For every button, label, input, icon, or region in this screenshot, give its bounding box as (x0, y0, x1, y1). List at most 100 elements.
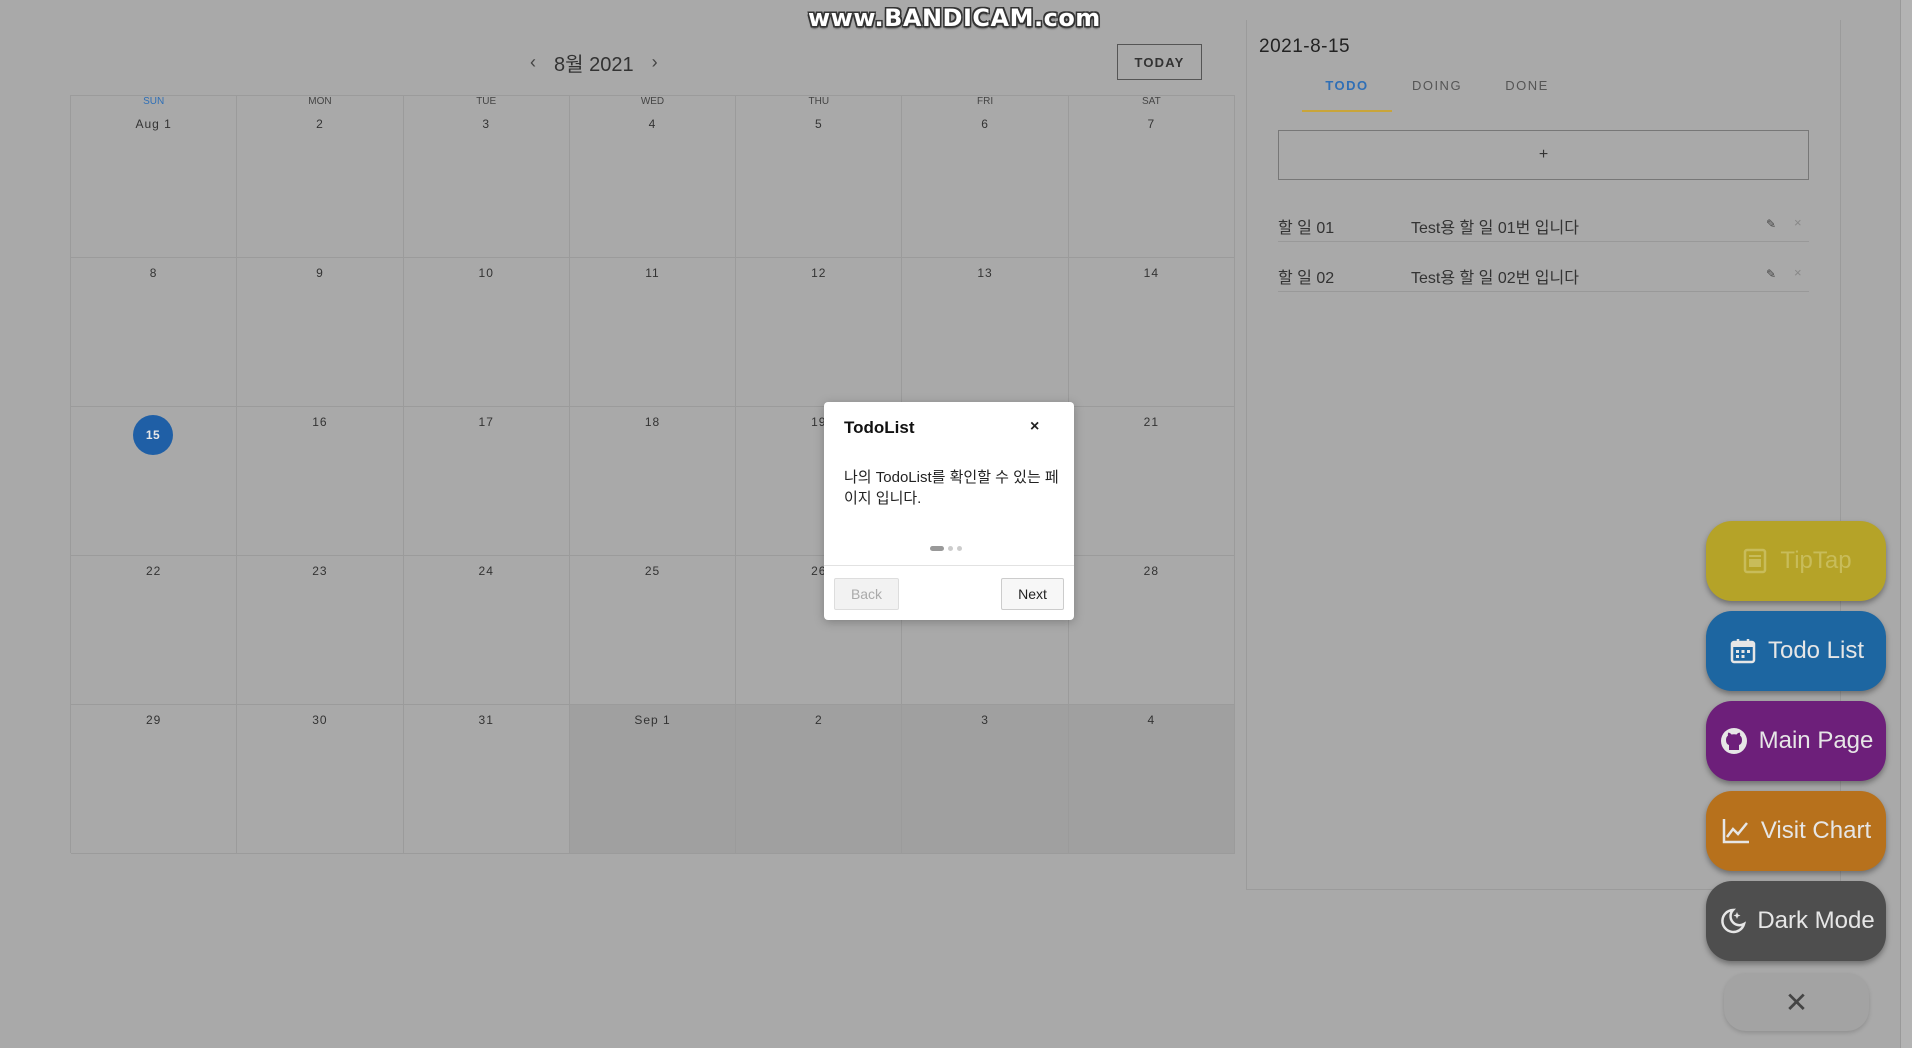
day-cell[interactable]: Aug 1 (71, 109, 238, 258)
day-cell[interactable]: 17 (403, 407, 570, 556)
dark-mode-label: Dark Mode (1757, 907, 1875, 934)
todo-item[interactable]: 할 일 01 Test용 할 일 01번 입니다 ✎ × (1278, 206, 1809, 242)
watermark: www.BANDICAM.com (808, 4, 1101, 32)
day-cell[interactable]: 13 (902, 258, 1069, 407)
main-page-button[interactable]: Main Page (1706, 701, 1886, 781)
calendar-icon (1728, 636, 1758, 666)
weekday-label: TUE (404, 96, 570, 109)
scrollbar[interactable] (1900, 0, 1912, 1048)
step-indicator (930, 546, 962, 551)
day-number: 29 (145, 713, 162, 727)
day-number: 3 (482, 117, 491, 131)
day-number: 24 (478, 564, 494, 578)
day-cell[interactable]: 8 (71, 258, 238, 407)
day-cell[interactable]: 14 (1068, 258, 1235, 407)
tiptap-button[interactable]: TipTap (1706, 521, 1886, 601)
pencil-icon[interactable]: ✎ (1766, 217, 1776, 231)
next-button[interactable]: Next (1001, 578, 1064, 610)
day-number: 11 (645, 266, 660, 280)
day-cell[interactable]: 22 (71, 556, 238, 705)
day-cell[interactable]: 11 (569, 258, 737, 407)
status-tabs: TODO DOING DONE (1302, 72, 1572, 112)
day-number: 8 (149, 266, 158, 280)
day-cell[interactable]: 2 (736, 705, 903, 854)
day-number: Aug 1 (135, 117, 172, 131)
today-day-number: 15 (133, 415, 173, 455)
tiptap-label: TipTap (1780, 547, 1852, 574)
todo-list-button[interactable]: Todo List (1706, 611, 1886, 691)
day-cell[interactable]: 7 (1068, 109, 1235, 258)
day-number: 5 (814, 117, 823, 131)
prev-month-button[interactable]: ‹ (530, 52, 536, 73)
day-number: 18 (644, 415, 661, 429)
todo-list-label: Todo List (1767, 637, 1865, 664)
delete-icon[interactable]: × (1794, 265, 1802, 280)
tab-doing[interactable]: DOING (1392, 72, 1482, 112)
day-cell[interactable]: 29 (71, 705, 238, 854)
day-cell[interactable]: 28 (1068, 556, 1235, 705)
visit-chart-button[interactable]: Visit Chart (1706, 791, 1886, 871)
weekday-label: SAT (1069, 96, 1235, 109)
todo-item[interactable]: 할 일 02 Test용 할 일 02번 입니다 ✎ × (1278, 256, 1809, 292)
day-cell[interactable]: 21 (1068, 407, 1235, 556)
day-cell[interactable]: 16 (237, 407, 404, 556)
day-cell[interactable]: 4 (1068, 705, 1235, 854)
close-menu-button[interactable]: ✕ (1724, 973, 1869, 1031)
day-cell[interactable]: 4 (569, 109, 737, 258)
day-number: 4 (648, 117, 657, 131)
day-cell[interactable]: 24 (403, 556, 570, 705)
day-number: 17 (478, 415, 494, 429)
weekday-label: MON (237, 96, 404, 109)
app-root: ‹ 8월 2021 › TODAY SUN MON TUE WED THU FR… (0, 0, 1912, 1048)
day-cell[interactable]: 23 (237, 556, 404, 705)
tab-todo[interactable]: TODO (1302, 72, 1392, 112)
todo-title: 할 일 01 (1278, 220, 1335, 237)
day-cell[interactable]: 18 (569, 407, 737, 556)
day-cell[interactable]: 25 (569, 556, 737, 705)
weekday-label: WED (570, 96, 737, 109)
day-cell[interactable]: 9 (237, 258, 404, 407)
day-cell[interactable]: Sep 1 (569, 705, 737, 854)
day-cell[interactable]: 6 (902, 109, 1069, 258)
day-number: 16 (312, 415, 328, 429)
dialog-close-button[interactable]: × (1030, 418, 1039, 436)
day-number: 4 (1147, 713, 1156, 727)
day-cell[interactable]: 15 (71, 407, 238, 556)
day-number: 6 (981, 117, 989, 131)
day-cell[interactable]: 3 (403, 109, 570, 258)
day-cell[interactable]: 10 (403, 258, 570, 407)
step-dot (930, 546, 944, 551)
today-button[interactable]: TODAY (1117, 44, 1202, 80)
day-number: 13 (977, 266, 993, 280)
day-cell[interactable]: 5 (736, 109, 903, 258)
day-cell[interactable]: 30 (237, 705, 404, 854)
day-cell[interactable]: 12 (736, 258, 903, 407)
moon-icon (1717, 906, 1747, 936)
day-cell[interactable]: 3 (902, 705, 1069, 854)
tour-dialog: TodoList × 나의 TodoList를 확인할 수 있는 페이지 입니다… (824, 402, 1074, 620)
tab-done[interactable]: DONE (1482, 72, 1572, 112)
day-number: 30 (312, 713, 328, 727)
main-page-label: Main Page (1758, 727, 1874, 754)
day-number: 21 (1143, 415, 1160, 429)
dark-mode-button[interactable]: Dark Mode (1706, 881, 1886, 961)
chart-line-icon (1721, 816, 1751, 846)
visit-chart-label: Visit Chart (1760, 817, 1872, 844)
next-month-button[interactable]: › (652, 52, 658, 73)
close-icon: ✕ (1784, 986, 1809, 1018)
calendar-nav: ‹ 8월 2021 › (530, 48, 658, 77)
back-button[interactable]: Back (834, 578, 899, 610)
delete-icon[interactable]: × (1794, 215, 1802, 230)
day-number: 2 (814, 713, 823, 727)
todo-desc: Test용 할 일 02번 입니다 (1411, 270, 1579, 287)
day-number: 31 (478, 713, 494, 727)
weekday-label: THU (736, 96, 903, 109)
day-cell[interactable]: 31 (403, 705, 570, 854)
add-todo-button[interactable]: + (1278, 130, 1809, 180)
selected-date: 2021-8-15 (1259, 36, 1351, 57)
day-cell[interactable]: 2 (237, 109, 404, 258)
pencil-icon[interactable]: ✎ (1766, 267, 1776, 281)
weekday-label: FRI (902, 96, 1069, 109)
todo-title: 할 일 02 (1278, 270, 1335, 287)
calendar-month-title: 8월 2021 (554, 54, 634, 76)
